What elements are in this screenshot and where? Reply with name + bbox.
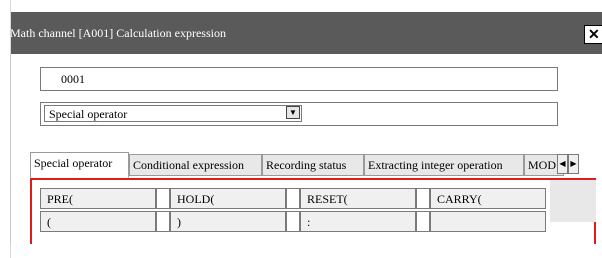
panel-fill (550, 180, 596, 222)
chevron-down-icon[interactable]: ▼ (286, 106, 300, 119)
dialog-titlebar: Math channel [A001] Calculation expressi… (0, 0, 602, 258)
operator-label: ( (47, 215, 51, 229)
tab-special-operator[interactable]: Special operator (30, 152, 129, 178)
operator-label: RESET( (307, 192, 348, 206)
dialog-title: Math channel [A001] Calculation expressi… (10, 26, 226, 40)
operator-spacer (156, 188, 170, 209)
tab-recording-status[interactable]: Recording status (262, 154, 364, 176)
operator-open-paren-button[interactable]: ( (40, 211, 156, 232)
tab-label: Extracting integer operation (368, 158, 503, 172)
close-icon: ✕ (588, 26, 600, 42)
operator-spacer (416, 211, 430, 232)
operator-category-select[interactable]: Special operator (44, 105, 302, 122)
operator-hold-button[interactable]: HOLD( (170, 188, 286, 209)
operator-label: ) (177, 215, 181, 229)
operator-carry-button[interactable]: CARRY( (430, 188, 546, 209)
special-operator-panel: PRE( HOLD( RESET( CARRY( ( ) : (30, 178, 596, 244)
operator-label: HOLD( (177, 192, 215, 206)
tab-label: Conditional expression (133, 158, 244, 172)
operator-label: : (307, 215, 311, 229)
tab-scroll-right-icon[interactable]: ▶ (568, 154, 579, 174)
tab-label: Special operator (34, 156, 113, 170)
tab-extracting-integer-operation[interactable]: Extracting integer operation (364, 154, 524, 176)
operator-spacer (416, 188, 430, 209)
operator-close-paren-button[interactable]: ) (170, 211, 286, 232)
tab-scroll-left-icon[interactable]: ◀ (557, 154, 568, 174)
channel-number-field[interactable]: 0001 (40, 67, 558, 91)
tab-conditional-expression[interactable]: Conditional expression (129, 154, 262, 176)
channel-number-value: 0001 (61, 72, 85, 86)
operator-spacer (286, 211, 300, 232)
close-button[interactable]: ✕ (584, 25, 602, 44)
operator-pre-button[interactable]: PRE( (40, 188, 156, 209)
operator-spacer (286, 188, 300, 209)
operator-label: PRE( (47, 192, 74, 206)
dialog-left-border (10, 54, 11, 244)
operator-category-select-frame: Special operator ▼ (40, 102, 558, 126)
operator-colon-button[interactable]: : (300, 211, 416, 232)
operator-reset-button[interactable]: RESET( (300, 188, 416, 209)
operator-category-value: Special operator (49, 107, 128, 121)
tab-label: MOD (528, 158, 557, 172)
operator-label: CARRY( (437, 192, 482, 206)
operator-empty-slot (430, 211, 546, 232)
operator-tabs: Special operator Conditional expression … (30, 152, 602, 178)
tab-label: Recording status (266, 158, 347, 172)
operator-spacer (156, 211, 170, 232)
